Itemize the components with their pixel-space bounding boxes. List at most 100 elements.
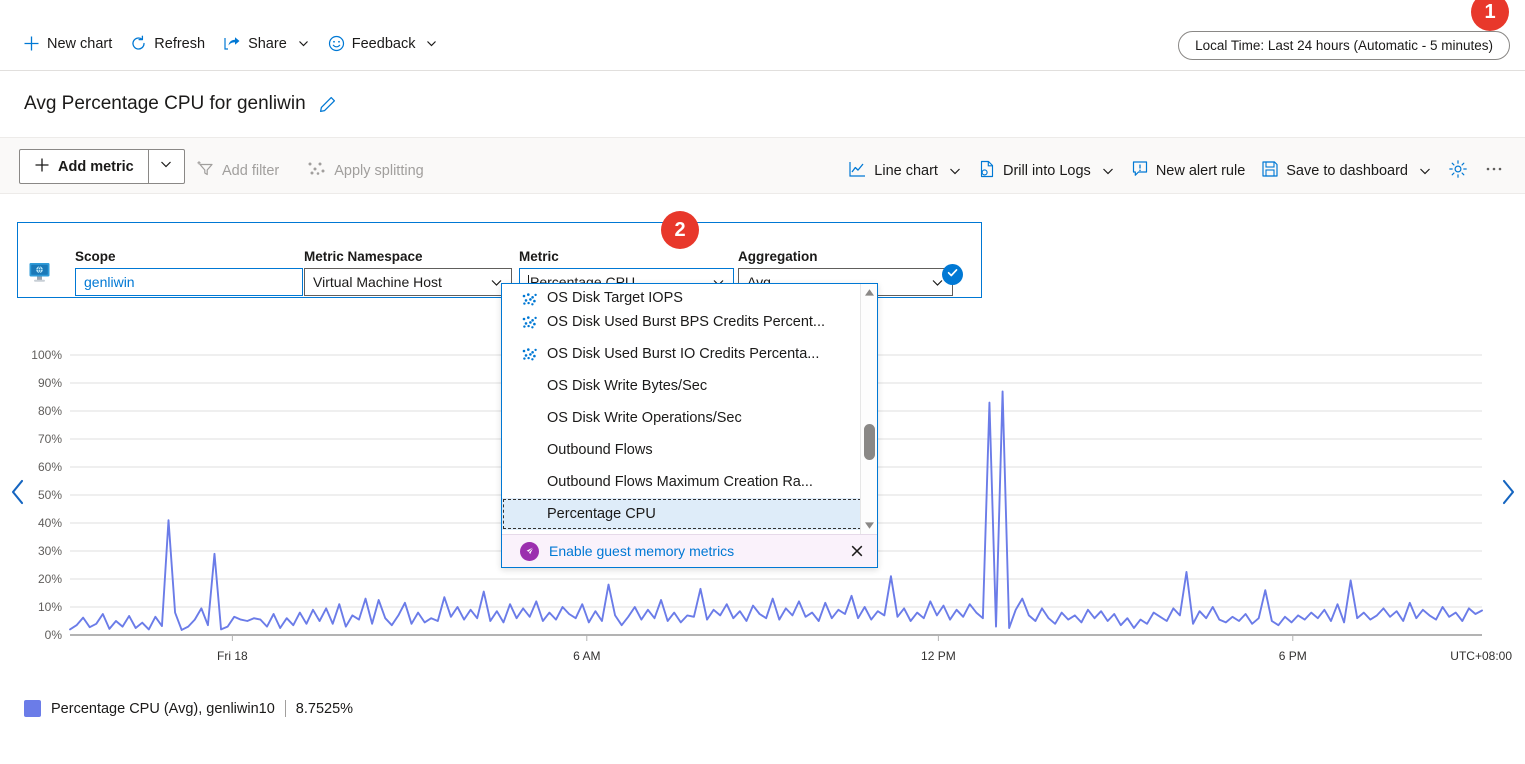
guest-memory-banner: Enable guest memory metrics — [502, 534, 877, 567]
drill-into-logs-label: Drill into Logs — [1003, 163, 1091, 179]
metric-option-label: Percentage CPU — [547, 506, 656, 522]
toolbar-secondary-actions: Add filter Apply splitting — [188, 156, 432, 185]
y-axis-tick-label: 40% — [0, 516, 62, 530]
add-metric-dropdown-button[interactable] — [148, 150, 184, 183]
plus-icon — [23, 35, 40, 52]
triangle-up-icon[interactable] — [861, 284, 877, 301]
line-chart-icon — [848, 160, 867, 182]
callout-badge-2: 2 — [661, 211, 699, 249]
chevron-left-icon — [10, 479, 27, 510]
chart-prev-button[interactable] — [2, 474, 34, 514]
add-metric-button[interactable]: Add metric — [20, 150, 148, 183]
new-alert-rule-label: New alert rule — [1156, 163, 1245, 179]
scope-input[interactable]: genliwin — [75, 268, 303, 296]
chevron-down-icon — [159, 157, 173, 176]
x-axis-tick-label: Fri 18 — [217, 649, 248, 663]
chart-next-button[interactable] — [1491, 474, 1523, 514]
y-axis-tick-label: 10% — [0, 600, 62, 614]
share-button[interactable]: Share — [214, 31, 319, 56]
rocket-icon — [520, 542, 539, 561]
new-alert-rule-button[interactable]: New alert rule — [1124, 157, 1252, 185]
y-axis-tick-label: 90% — [0, 376, 62, 390]
chevron-down-icon — [425, 37, 438, 50]
drill-into-logs-button[interactable]: Drill into Logs — [971, 157, 1122, 185]
chevron-down-icon — [948, 164, 962, 178]
share-icon — [223, 35, 241, 52]
metric-option[interactable]: OS Disk Write Operations/Sec — [502, 402, 877, 434]
metric-dots-icon — [520, 316, 538, 329]
metric-option[interactable]: OS Disk Write Bytes/Sec — [502, 370, 877, 402]
feedback-button[interactable]: Feedback — [319, 31, 448, 56]
metric-dots-icon — [520, 348, 538, 361]
chevron-down-icon — [1101, 164, 1115, 178]
metric-option[interactable]: Percentage CPU — [502, 498, 877, 530]
metric-dropdown-list[interactable]: OS Disk Target IOPS OS Disk Used Burst BP… — [502, 284, 877, 534]
x-axis-tick-label: 6 PM — [1279, 649, 1307, 663]
y-axis-tick-label: 0% — [0, 628, 62, 642]
metric-namespace-select[interactable]: Virtual Machine Host — [304, 268, 512, 296]
refresh-icon — [130, 35, 147, 52]
feedback-label: Feedback — [352, 36, 416, 52]
virtual-machine-icon — [28, 261, 51, 289]
refresh-label: Refresh — [154, 36, 205, 52]
add-filter-label: Add filter — [222, 163, 279, 179]
apply-splitting-button: Apply splitting — [299, 156, 431, 185]
x-axis-tick-label: 6 AM — [573, 649, 600, 663]
dropdown-scrollbar[interactable] — [860, 284, 877, 534]
chart-settings-button[interactable] — [1441, 156, 1475, 186]
chart-type-label: Line chart — [874, 163, 938, 179]
metric-option-label: OS Disk Write Operations/Sec — [547, 410, 742, 426]
add-metric-group: Add metric — [19, 149, 185, 184]
triangle-down-icon[interactable] — [861, 517, 877, 534]
metric-namespace-value: Virtual Machine Host — [313, 274, 442, 290]
metric-option-label: OS Disk Used Burst BPS Credits Percent..… — [547, 314, 825, 330]
metric-option[interactable]: Outbound Flows Maximum Creation Ra... — [502, 466, 877, 498]
save-to-dashboard-label: Save to dashboard — [1286, 163, 1408, 179]
logs-icon — [978, 160, 996, 182]
metric-option[interactable]: OS Disk Target IOPS — [502, 284, 877, 306]
time-range-label: Local Time: Last 24 hours (Automatic - 5… — [1195, 38, 1493, 53]
save-icon — [1261, 160, 1279, 182]
metric-namespace-label: Metric Namespace — [304, 249, 512, 264]
chart-type-button[interactable]: Line chart — [841, 157, 969, 185]
metric-option[interactable]: Outbound Flows — [502, 434, 877, 466]
callout-number: 1 — [1484, 1, 1495, 24]
chevron-down-icon — [1418, 164, 1432, 178]
save-to-dashboard-button[interactable]: Save to dashboard — [1254, 157, 1439, 185]
legend-divider — [285, 700, 286, 717]
checkmark-icon — [946, 266, 959, 284]
add-metric-label: Add metric — [58, 159, 134, 175]
metric-dots-icon — [520, 293, 538, 306]
metric-option-label: OS Disk Write Bytes/Sec — [547, 378, 707, 394]
splitting-icon — [307, 160, 326, 181]
metric-dropdown: OS Disk Target IOPS OS Disk Used Burst BP… — [501, 283, 878, 568]
dropdown-scroll-thumb[interactable] — [864, 424, 875, 460]
more-options-button[interactable] — [1477, 157, 1511, 185]
apply-splitting-label: Apply splitting — [334, 163, 423, 179]
pencil-icon[interactable] — [318, 95, 337, 114]
command-bar-actions: New chart Refresh Shar — [14, 31, 447, 56]
filter-plus-icon — [196, 160, 214, 181]
metric-option[interactable]: OS Disk Used Burst BPS Credits Percent..… — [502, 306, 877, 338]
page-title: Avg Percentage CPU for genliwin — [24, 93, 306, 115]
new-chart-button[interactable]: New chart — [14, 31, 121, 56]
y-axis-tick-label: 20% — [0, 572, 62, 586]
enable-guest-memory-metrics-link[interactable]: Enable guest memory metrics — [549, 543, 837, 559]
metric-option-label: OS Disk Used Burst IO Credits Percenta..… — [547, 346, 819, 362]
refresh-button[interactable]: Refresh — [121, 31, 214, 56]
new-chart-label: New chart — [47, 36, 112, 52]
y-axis-tick-label: 100% — [0, 348, 62, 362]
time-range-picker[interactable]: Local Time: Last 24 hours (Automatic - 5… — [1178, 31, 1510, 60]
chart-title-row: Avg Percentage CPU for genliwin — [0, 71, 1525, 137]
metric-option[interactable]: OS Disk Used Burst IO Credits Percenta..… — [502, 338, 877, 370]
scope-field: Scope genliwin — [75, 249, 303, 296]
metric-option-label: Outbound Flows — [547, 442, 653, 458]
chevron-right-icon — [1499, 479, 1516, 510]
callout-number: 2 — [674, 219, 685, 242]
close-icon[interactable] — [847, 541, 867, 561]
legend-series-label: Percentage CPU (Avg), genliwin10 — [51, 701, 275, 717]
y-axis-tick-label: 80% — [0, 404, 62, 418]
aggregation-label: Aggregation — [738, 249, 953, 264]
plus-icon — [34, 157, 50, 177]
apply-metric-button[interactable] — [942, 264, 963, 285]
